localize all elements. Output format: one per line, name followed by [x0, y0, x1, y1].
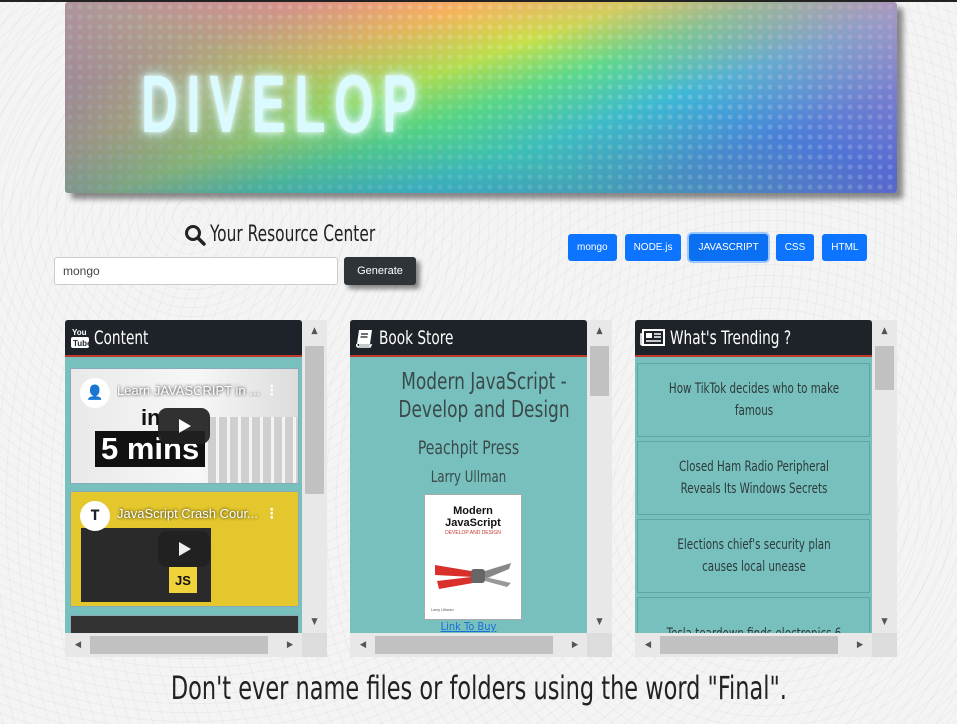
svg-text:You: You	[72, 328, 87, 337]
trending-panel-title: What's Trending ?	[670, 326, 792, 349]
topic-button-html[interactable]: HTML	[822, 234, 868, 261]
cover-title: Modern JavaScript	[445, 505, 501, 529]
more-options-icon[interactable]: ⋮	[265, 506, 278, 522]
pliers-icon	[435, 563, 511, 589]
vertical-scrollbar[interactable]: ▲ ▼	[587, 320, 612, 633]
resource-title-text: Your Resource Center	[210, 222, 376, 247]
scroll-left-icon[interactable]: ◀	[637, 633, 659, 657]
channel-avatar: 👤	[80, 378, 110, 408]
content-panel: You Tube Content in 5 mins 👤 Learn JAVAS…	[65, 320, 327, 657]
content-panel-title: Content	[94, 326, 149, 349]
news-item[interactable]: Tesla teardown finds electronics 6	[637, 597, 870, 633]
book-icon	[355, 329, 373, 348]
topic-button-nodejs[interactable]: NODE.js	[624, 234, 682, 261]
newspaper-icon	[640, 328, 665, 346]
site-logo: DIVELOP	[141, 59, 425, 150]
book-publisher: Peachpit Press	[417, 437, 520, 459]
news-headline[interactable]: Tesla teardown finds electronics 6	[659, 623, 848, 633]
vertical-scrollbar[interactable]: ▲ ▼	[302, 320, 327, 633]
scroll-up-icon[interactable]: ▲	[872, 320, 897, 342]
book-store-panel-title: Book Store	[379, 326, 454, 349]
play-button[interactable]	[158, 531, 210, 567]
scroll-down-icon[interactable]: ▼	[587, 611, 612, 633]
generate-button[interactable]: Generate	[344, 257, 416, 285]
channel-avatar: T	[80, 501, 110, 531]
hero-banner: DIVELOP	[65, 2, 897, 193]
trending-panel-header: What's Trending ?	[635, 320, 872, 357]
play-icon	[179, 419, 191, 433]
scroll-left-icon[interactable]: ◀	[67, 633, 89, 657]
horizontal-scrollbar[interactable]: ◀ ▶	[635, 633, 897, 657]
keyboard-image	[208, 417, 298, 483]
book-store-panel-header: Book Store	[350, 320, 587, 357]
topic-button-mongo[interactable]: mongo	[568, 234, 617, 261]
content-panel-header: You Tube Content	[65, 320, 302, 357]
video-title[interactable]: Learn JAVASCRIPT in ...	[117, 383, 277, 398]
video-card[interactable]: in 5 mins 👤 Learn JAVASCRIPT in ... ⋮	[70, 368, 299, 484]
buy-link[interactable]: Link To Buy	[350, 620, 587, 633]
video-card[interactable]	[70, 615, 299, 633]
scrollbar-thumb[interactable]	[375, 636, 553, 654]
scroll-up-icon[interactable]: ▲	[587, 320, 612, 342]
scroll-up-icon[interactable]: ▲	[302, 320, 327, 342]
horizontal-scrollbar[interactable]: ◀ ▶	[65, 633, 327, 657]
footer-quote: Don't ever name files or folders using t…	[0, 669, 957, 707]
topic-button-javascript[interactable]: JAVASCRIPT	[689, 234, 768, 261]
more-options-icon[interactable]: ⋮	[265, 383, 278, 399]
topic-buttons: mongo NODE.js JAVASCRIPT CSS HTML	[568, 234, 868, 261]
content-panel-body[interactable]: in 5 mins 👤 Learn JAVASCRIPT in ... ⋮ JS…	[65, 357, 302, 633]
video-card[interactable]: JS T JavaScript Crash Cour... ⋮	[70, 491, 299, 607]
resource-title: Your Resource Center	[184, 222, 422, 247]
news-item[interactable]: Closed Ham Radio Peripheral Reveals Its …	[637, 441, 870, 515]
book-author: Larry Ullman	[430, 467, 507, 486]
scrollbar-thumb[interactable]	[305, 346, 324, 494]
trending-panel: What's Trending ? How TikTok decides who…	[635, 320, 897, 657]
news-headline[interactable]: How TikTok decides who to make famous	[659, 378, 848, 422]
news-item[interactable]: Elections chief's security plan causes l…	[637, 519, 870, 593]
scroll-down-icon[interactable]: ▼	[302, 611, 327, 633]
scroll-left-icon[interactable]: ◀	[352, 633, 374, 657]
video-title[interactable]: JavaScript Crash Cour...	[117, 506, 277, 521]
svg-text:Tube: Tube	[73, 339, 90, 348]
scrollbar-thumb[interactable]	[90, 636, 268, 654]
scroll-right-icon[interactable]: ▶	[279, 633, 301, 657]
vertical-scrollbar[interactable]: ▲ ▼	[872, 320, 897, 633]
cover-subtitle: DEVELOP AND DESIGN	[445, 530, 501, 536]
horizontal-scrollbar[interactable]: ◀ ▶	[350, 633, 612, 657]
news-headline[interactable]: Closed Ham Radio Peripheral Reveals Its …	[659, 456, 848, 500]
book-store-panel-body[interactable]: Modern JavaScript - Develop and Design P…	[350, 357, 587, 633]
book-title: Modern JavaScript - Develop and Design	[398, 369, 570, 423]
js-badge: JS	[169, 567, 197, 593]
footer-quote-text: Don't ever name files or folders using t…	[170, 669, 787, 707]
scroll-right-icon[interactable]: ▶	[564, 633, 586, 657]
book-cover-image: Modern JavaScript DEVELOP AND DESIGN Lar…	[424, 494, 522, 620]
cover-author: Larry Ullman	[431, 607, 454, 612]
news-headline[interactable]: Elections chief's security plan causes l…	[659, 534, 848, 578]
play-button[interactable]	[158, 408, 210, 444]
search-input[interactable]	[54, 257, 338, 285]
scrollbar-thumb[interactable]	[660, 636, 838, 654]
play-icon	[179, 542, 191, 556]
news-item[interactable]: How TikTok decides who to make famous	[637, 363, 870, 437]
scrollbar-thumb[interactable]	[875, 346, 894, 390]
trending-panel-body[interactable]: How TikTok decides who to make famous Cl…	[635, 357, 872, 633]
scrollbar-thumb[interactable]	[590, 346, 609, 396]
scroll-down-icon[interactable]: ▼	[872, 611, 897, 633]
book-store-panel: Book Store Modern JavaScript - Develop a…	[350, 320, 612, 657]
youtube-icon: You Tube	[71, 328, 90, 348]
search-icon	[185, 224, 206, 246]
scroll-right-icon[interactable]: ▶	[849, 633, 871, 657]
topic-button-css[interactable]: CSS	[775, 234, 815, 261]
